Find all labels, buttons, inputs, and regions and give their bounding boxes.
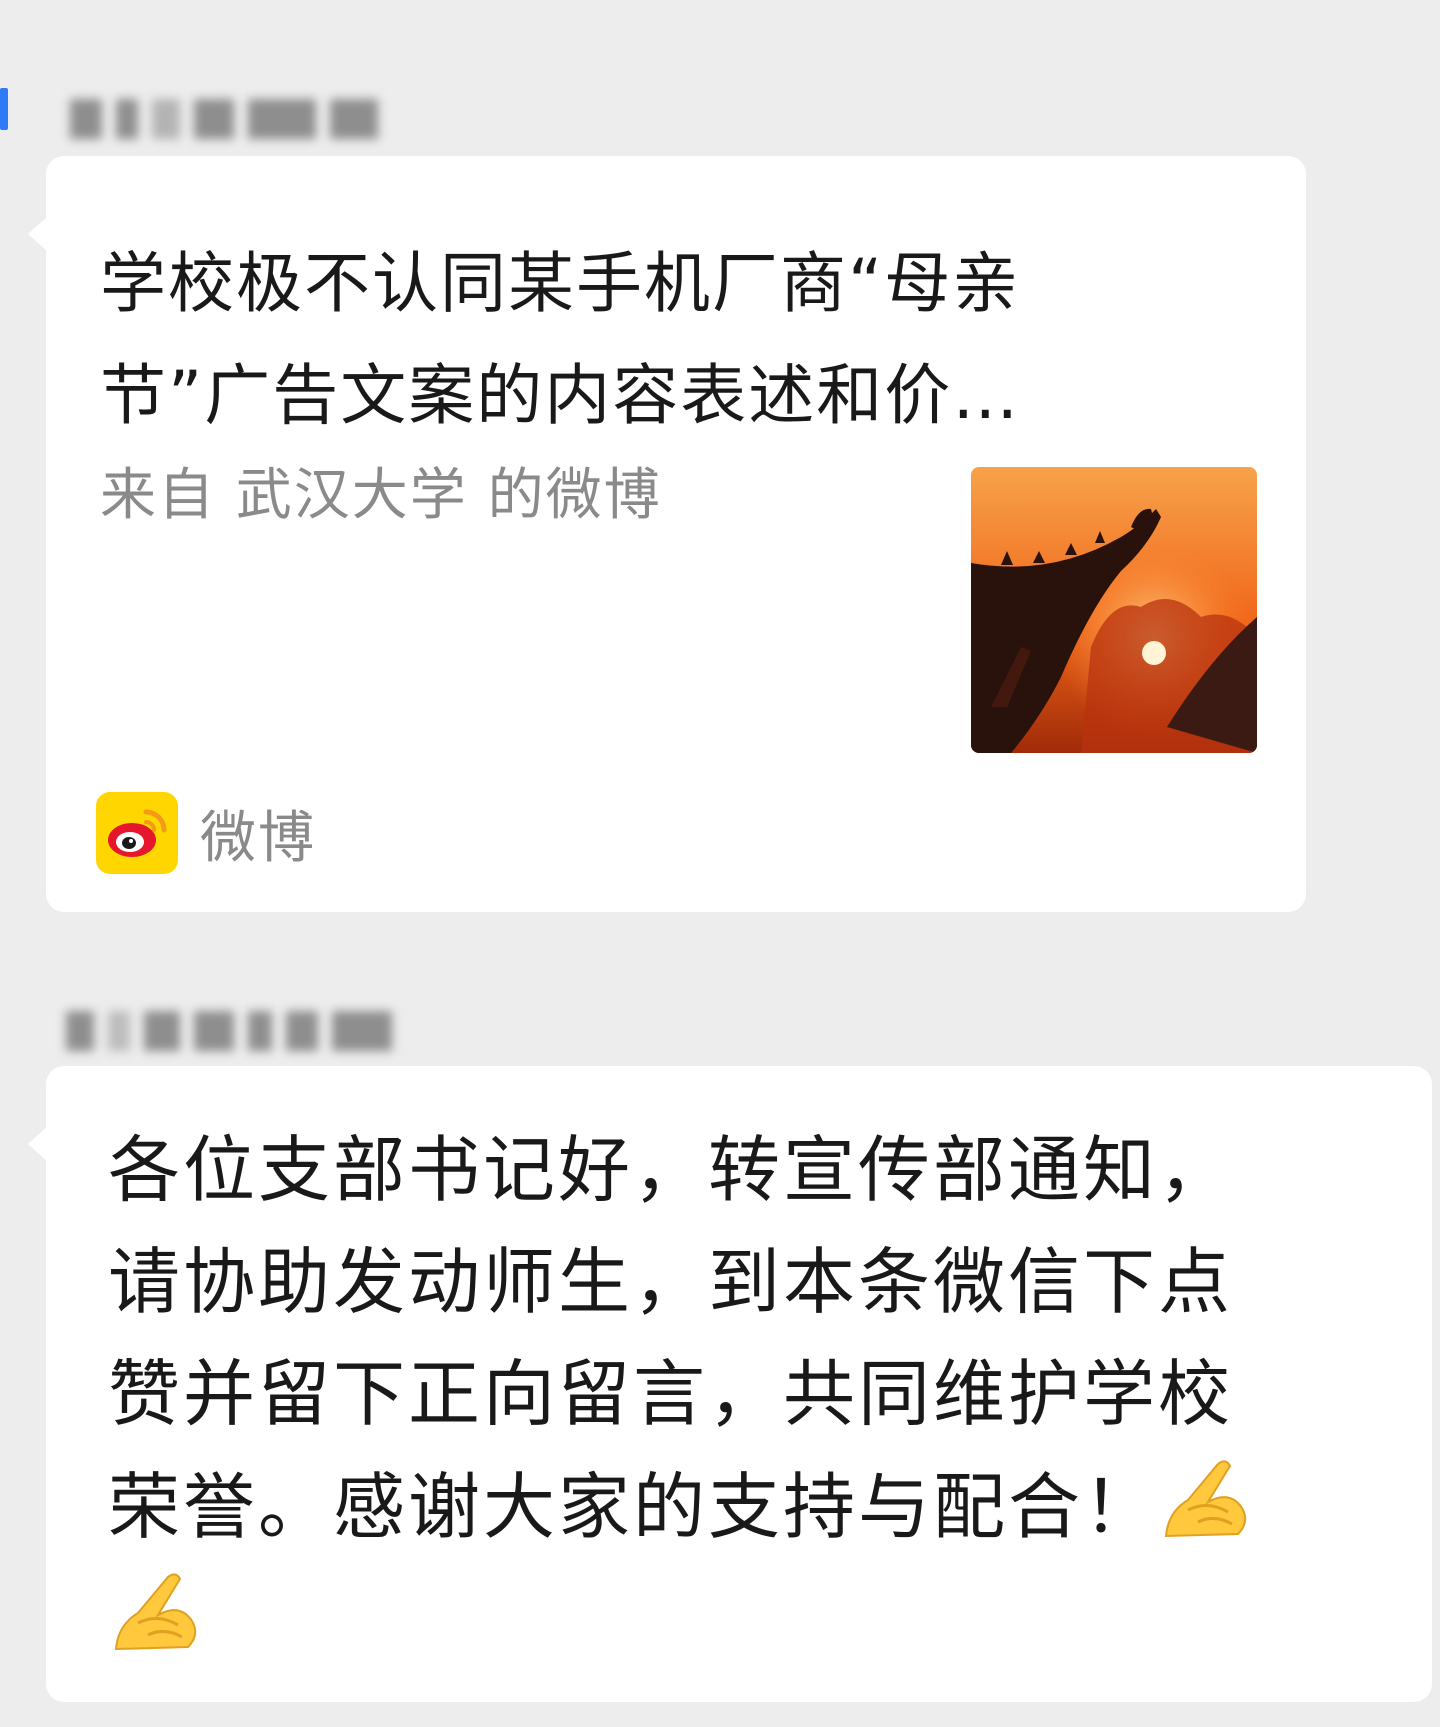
card-title-line: 节”广告文案的内容表述和价… (100, 357, 1021, 434)
message-line: 请协助发动师生，到本条微信下点 (108, 1240, 1234, 1324)
card-app-row: 微博 (96, 792, 316, 874)
weibo-logo-icon (96, 792, 178, 874)
message-line: 荣誉。感谢大家的支持与配合！ (108, 1450, 1408, 1563)
text-message-bubble[interactable]: 各位支部书记好，转宣传部通知， 请协助发动师生，到本条微信下点 赞并留下正向留言… (28, 1066, 1432, 1702)
message-line: 赞并留下正向留言，共同维护学校 (108, 1352, 1234, 1436)
card-title: 学校极不认同某手机厂商“母亲 节”广告文案的内容表述和价… (100, 228, 1290, 452)
card-title-line: 学校极不认同某手机厂商“母亲 (100, 245, 1021, 322)
sender-name-blurred (70, 90, 378, 148)
message-line (108, 1563, 1408, 1676)
card-source: 来自 武汉大学 的微博 (100, 463, 662, 528)
message-text: 各位支部书记好，转宣传部通知， 请协助发动师生，到本条微信下点 赞并留下正向留言… (108, 1114, 1408, 1676)
folded-hands-icon (108, 1563, 204, 1659)
card-app-name: 微博 (200, 805, 316, 871)
sender-name-blurred (66, 1002, 392, 1060)
chat-screen: 学校极不认同某手机厂商“母亲 节”广告文案的内容表述和价… 来自 武汉大学 的微… (0, 0, 1440, 1727)
scroll-indicator (0, 88, 8, 130)
sunset-temple-eave-photo (971, 467, 1257, 753)
folded-hands-icon (1158, 1450, 1254, 1546)
message-line: 各位支部书记好，转宣传部通知， (108, 1128, 1234, 1212)
weibo-link-card[interactable]: 学校极不认同某手机厂商“母亲 节”广告文案的内容表述和价… 来自 武汉大学 的微… (28, 156, 1306, 912)
message-line-text: 荣誉。感谢大家的支持与配合！ (108, 1465, 1159, 1549)
